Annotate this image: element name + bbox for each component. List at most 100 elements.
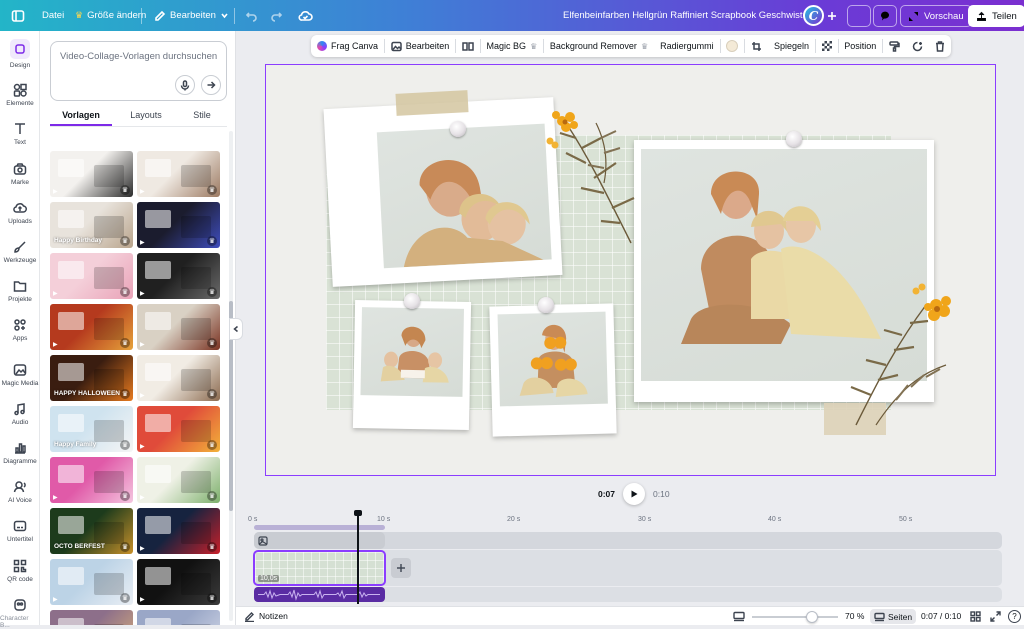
template-thumbnail[interactable]: ▶♛ [50,457,133,503]
zoom-slider-handle[interactable] [806,611,819,623]
rail-item-magic-media[interactable]: Magic Media [0,363,40,387]
help-button[interactable]: ? [1008,610,1021,623]
file-menu[interactable]: Datei [42,0,64,31]
polaroid-frame-3[interactable] [352,299,472,431]
template-thumbnail[interactable]: ▶♛ [137,457,220,503]
rail-item-tools[interactable]: Werkzeuge [0,240,40,264]
rail-item-ai-voice[interactable]: AI Voice [0,480,40,504]
playhead-handle[interactable] [354,510,362,516]
rail-item-design[interactable]: Design [0,39,40,69]
template-thumbnail[interactable]: OCTO BERFEST▶♛ [50,508,133,554]
redo-button[interactable] [270,0,283,31]
rail-item-elements[interactable]: Elemente [0,83,40,107]
template-thumbnail[interactable]: ▶♛ [137,253,220,299]
add-collaborator-button[interactable] [827,0,837,31]
share-button[interactable]: Teilen [968,5,1024,27]
sidebar-toggle-button[interactable] [11,0,25,31]
rail-label: Elemente [6,100,34,107]
audio-track[interactable] [254,587,1002,602]
fit-screen-button[interactable] [733,611,745,624]
edit-image-button[interactable]: Bearbeiten [385,35,456,57]
voice-search-button[interactable] [175,75,195,95]
undo-button[interactable] [245,0,258,31]
template-thumbnail[interactable]: ▶♛ [137,559,220,605]
template-thumbnail[interactable]: ▶♛ [137,508,220,554]
rail-item-subtitles[interactable]: Untertitel [0,519,40,543]
template-thumbnail[interactable]: Happy Birthday▶♛ [50,202,133,248]
overlay-track[interactable] [254,532,1002,549]
rail-item-qr-code[interactable]: QR code [0,559,40,583]
template-thumbnail[interactable]: ▶♛ [50,559,133,605]
comment-plus-icon [912,41,923,51]
scrollbar[interactable] [229,131,233,621]
audio-clip[interactable] [254,587,385,602]
add-comment-button[interactable] [906,35,929,57]
search-input[interactable]: Video-Collage-Vorlagen durchsuchen [60,51,217,62]
template-thumbnail[interactable]: ▶♛ [137,610,220,625]
template-thumbnail[interactable]: ▶♛ [50,253,133,299]
timeline[interactable]: 0 s 10 s 20 s 30 s 40 s 50 s 10,0s [236,510,1024,606]
template-thumbnail[interactable]: ▶♛ [50,610,133,625]
video-badge-icon: ▶ [140,546,145,552]
pages-button[interactable]: Seiten [870,609,917,624]
template-thumbnail[interactable]: ▶♛ [50,151,133,197]
overlay-clip[interactable] [254,532,385,549]
rail-item-charts[interactable]: Diagramme [0,441,40,465]
ask-canva-button[interactable]: Frag Canva [311,35,384,57]
photo-frame-1[interactable] [323,97,563,287]
rail-item-audio[interactable]: Audio [0,402,40,426]
position-button[interactable]: Position [838,35,882,57]
document-title[interactable]: Elfenbeinfarben Hellgrün Raffiniert Scra… [563,0,818,31]
search-submit-button[interactable] [201,75,221,95]
template-thumbnail[interactable]: HAPPY HALLOWEEN▶♛ [50,355,133,401]
fullscreen-button[interactable] [990,611,1001,624]
add-clip-button[interactable] [391,558,411,578]
template-thumbnail[interactable]: ▶♛ [50,304,133,350]
eraser-button[interactable]: Radiergummi [654,35,720,57]
rail-item-brand[interactable]: Marke [0,162,40,186]
template-thumbnail[interactable]: ▶♛ [137,355,220,401]
rail-item-apps[interactable]: Apps [0,318,40,342]
design-canvas[interactable] [265,64,996,476]
template-thumbnail[interactable]: Happy Family▶♛ [50,406,133,452]
tab-templates[interactable]: Vorlagen [50,110,112,120]
rail-item-character-builder[interactable]: Character B... [0,598,40,629]
delete-button[interactable] [929,35,951,57]
rail-item-text[interactable]: Text [0,122,40,146]
background-remover-button[interactable]: Background Remover ♛ [544,35,654,57]
template-thumbnail[interactable]: ▶♛ [137,304,220,350]
flip-button[interactable]: Spiegeln [768,35,815,57]
collapse-panel-button[interactable] [229,318,243,340]
tab-styles[interactable]: Stile [176,110,228,120]
template-thumbnail[interactable]: ▶♛ [137,406,220,452]
resize-button[interactable]: ♛ Größe ändern [75,0,146,31]
compare-button[interactable] [456,35,480,57]
insights-button[interactable] [847,5,871,27]
video-track[interactable]: 10,0s [253,550,1002,586]
thumbnail-photo-block [145,312,171,330]
template-search[interactable]: Video-Collage-Vorlagen durchsuchen [50,41,227,101]
notes-button[interactable]: Notizen [244,611,288,622]
cloud-save-status[interactable] [298,0,313,31]
zoom-slider[interactable] [752,611,838,623]
video-clip-selected[interactable]: 10,0s [253,550,386,586]
playhead[interactable] [354,510,362,604]
avatar[interactable]: C [803,5,824,26]
polaroid-frame-4[interactable] [489,303,617,437]
color-button[interactable] [720,35,744,57]
zoom-level[interactable]: 70 % [845,611,864,621]
transparency-button[interactable] [816,35,838,57]
paint-format-button[interactable] [883,35,906,57]
template-thumbnail[interactable]: ▶♛ [137,151,220,197]
rail-item-projects[interactable]: Projekte [0,279,40,303]
rail-item-uploads[interactable]: Uploads [0,201,40,225]
crop-button[interactable] [745,35,768,57]
template-thumbnail[interactable]: ▶♛ [137,202,220,248]
play-button[interactable] [623,483,646,505]
comments-button[interactable] [873,5,897,27]
edit-mode-dropdown[interactable]: Bearbeiten [154,0,229,31]
magic-bg-button[interactable]: Magic BG ♛ [481,35,544,57]
grid-view-button[interactable] [970,611,981,624]
preview-button[interactable]: Vorschau [900,5,972,27]
tab-layouts[interactable]: Layouts [116,110,176,120]
